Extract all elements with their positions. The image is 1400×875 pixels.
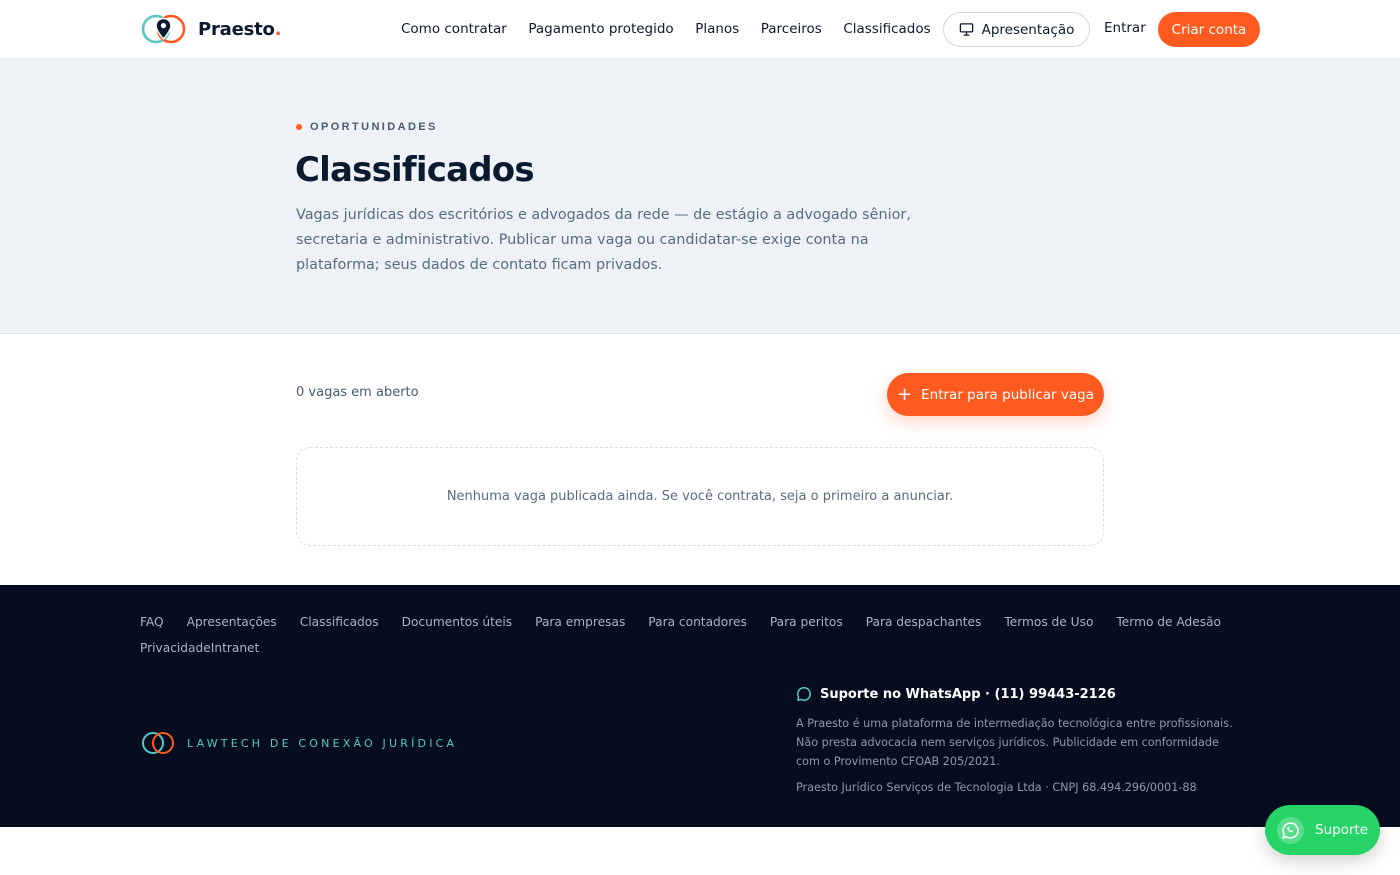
- presentation-button[interactable]: Apresentação: [943, 12, 1090, 47]
- footer-link-termo-adesao[interactable]: Termo de Adesão: [1116, 614, 1221, 630]
- whatsapp-support-label: Suporte: [1315, 822, 1369, 838]
- hero-section: [0, 59, 1400, 334]
- footer-brand: LAWTECH DE CONEXÃO JURÍDICA: [141, 731, 457, 755]
- nav-classificados[interactable]: Classificados: [843, 21, 930, 37]
- empty-state-text: Nenhuma vaga publicada ainda. Se você co…: [446, 489, 954, 504]
- whatsapp-support-button[interactable]: Suporte: [1265, 805, 1380, 855]
- nav-pagamento-protegido[interactable]: Pagamento protegido: [528, 21, 673, 37]
- brand-name: Praesto.: [198, 18, 282, 40]
- plus-icon: +: [897, 383, 913, 405]
- chat-bubble-icon: [797, 687, 811, 701]
- footer-disclaimer: A Praesto é uma plataforma de intermedia…: [796, 717, 1233, 768]
- footer-link-contadores[interactable]: Para contadores: [648, 614, 747, 630]
- eyebrow-dot: [296, 124, 302, 130]
- footer-support-label: Suporte no WhatsApp · (11) 99443-2126: [820, 686, 1116, 702]
- eyebrow: OPORTUNIDADES: [296, 121, 438, 133]
- footer-link-classificados[interactable]: Classificados: [300, 614, 379, 630]
- publish-job-button[interactable]: + Entrar para publicar vaga: [887, 373, 1104, 416]
- page-description: Vagas jurídicas dos escritórios e advoga…: [296, 207, 911, 273]
- whatsapp-icon: [1277, 816, 1304, 844]
- presentation-board-icon: [959, 23, 973, 36]
- footer-whatsapp-support[interactable]: Suporte no WhatsApp · (11) 99443-2126: [796, 686, 1116, 702]
- footer-link-despachantes[interactable]: Para despachantes: [866, 614, 982, 630]
- eyebrow-label: OPORTUNIDADES: [310, 121, 438, 133]
- footer-link-intranet[interactable]: Intranet: [211, 640, 260, 656]
- footer-company-info: Praesto Jurídico Serviços de Tecnologia …: [796, 781, 1197, 794]
- footer-link-documentos[interactable]: Documentos úteis: [402, 614, 513, 630]
- footer-logo-rings-icon: [142, 732, 174, 754]
- site-footer: FAQ Apresentações Classificados Document…: [0, 585, 1400, 827]
- footer-link-faq[interactable]: FAQ: [140, 614, 164, 630]
- empty-state: Nenhuma vaga publicada ainda. Se você co…: [296, 447, 1104, 546]
- signup-button[interactable]: Criar conta: [1158, 12, 1260, 47]
- footer-link-peritos[interactable]: Para peritos: [770, 614, 843, 630]
- presentation-label: Apresentação: [981, 21, 1075, 38]
- nav-parceiros[interactable]: Parceiros: [761, 21, 822, 37]
- login-link[interactable]: Entrar: [1104, 20, 1146, 36]
- logo-rings-icon: [141, 14, 186, 44]
- nav-como-contratar[interactable]: Como contratar: [401, 21, 507, 37]
- footer-links: FAQ Apresentações Classificados Document…: [140, 614, 1270, 656]
- footer-link-termos-uso[interactable]: Termos de Uso: [1004, 614, 1093, 630]
- main-nav: Como contratar Pagamento protegido Plano…: [401, 0, 952, 58]
- footer-link-empresas[interactable]: Para empresas: [535, 614, 625, 630]
- open-jobs-count: 0 vagas em aberto: [296, 385, 419, 400]
- page-title: Classificados: [295, 150, 535, 190]
- publish-job-label: Entrar para publicar vaga: [921, 386, 1094, 403]
- footer-tagline: LAWTECH DE CONEXÃO JURÍDICA: [187, 736, 458, 750]
- footer-link-apresentacoes[interactable]: Apresentações: [187, 614, 277, 630]
- site-header: Praesto. Como contratar Pagamento proteg…: [0, 0, 1400, 59]
- nav-planos[interactable]: Planos: [695, 21, 739, 37]
- footer-link-privacidade[interactable]: Privacidade: [140, 640, 211, 656]
- brand-logo[interactable]: Praesto.: [141, 13, 282, 45]
